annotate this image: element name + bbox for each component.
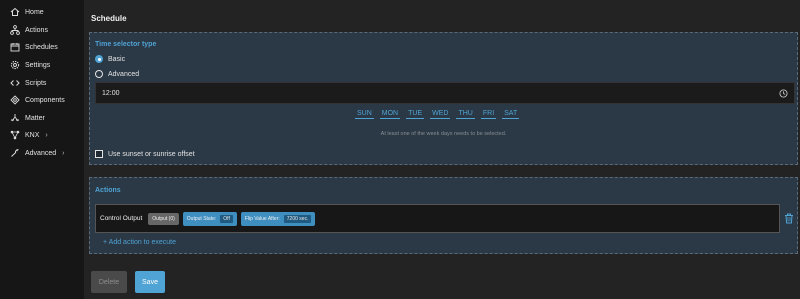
sidebar-item-label: KNX <box>25 131 40 139</box>
trash-icon[interactable] <box>784 213 794 224</box>
sidebar-item-label: Schedules <box>25 43 58 51</box>
sidebar-item-settings[interactable]: Settings <box>10 58 50 72</box>
sidebar-item-label: Scripts <box>25 79 47 87</box>
time-selector-title: Time selector type <box>95 41 157 48</box>
time-input[interactable]: 12:00 <box>95 82 795 104</box>
chevron-right-icon: › <box>45 131 48 139</box>
add-action-link[interactable]: + Add action to execute <box>103 239 176 246</box>
matter-icon <box>10 113 20 123</box>
save-button[interactable]: Save <box>135 271 165 293</box>
action-row[interactable]: Control Output Output (0) Output State: … <box>95 204 780 233</box>
wrench-icon <box>10 148 20 158</box>
code-icon <box>10 78 20 88</box>
radio-basic-label: Basic <box>108 55 126 63</box>
day-tue[interactable]: TUE <box>406 110 425 119</box>
components-icon <box>10 95 20 105</box>
sidebar-item-label: Settings <box>25 61 51 69</box>
output-state-chip[interactable]: Output State: Off <box>182 211 237 226</box>
sunset-checkbox-label: Use sunset or sunrise offset <box>108 150 195 158</box>
sidebar-item-label: Advanced <box>25 149 57 157</box>
page-title: Schedule <box>91 14 127 23</box>
gear-icon <box>10 60 20 70</box>
sidebar-item-label: Home <box>25 8 44 16</box>
home-icon <box>10 7 20 17</box>
calendar-icon <box>10 42 20 52</box>
day-mon[interactable]: MON <box>379 110 401 119</box>
delete-button[interactable]: Delete <box>91 271 127 293</box>
day-wed[interactable]: WED <box>430 110 451 119</box>
flip-value-chip[interactable]: Flip Value After: 7200 sec. <box>240 211 316 226</box>
weekday-selector: SUN MON TUE WED THU FRI SAT <box>355 110 520 119</box>
day-sun[interactable]: SUN <box>355 110 374 119</box>
radio-advanced[interactable]: Advanced <box>95 70 139 78</box>
flip-value-label: Flip Value After: <box>244 215 280 222</box>
clock-icon[interactable] <box>779 89 788 98</box>
actions-panel: Actions Control Output Output (0) Output… <box>89 177 798 254</box>
chevron-right-icon: › <box>62 149 65 157</box>
radio-unselected-icon <box>95 70 103 78</box>
sidebar-item-label: Actions <box>25 26 48 34</box>
sidebar-item-advanced[interactable]: Advanced › <box>10 146 64 160</box>
flip-value-value: 7200 sec. <box>283 214 312 223</box>
sunset-checkbox[interactable]: Use sunset or sunrise offset <box>95 150 195 158</box>
radio-basic[interactable]: Basic <box>95 55 125 63</box>
time-selector-panel: Time selector type Basic Advanced 12:00 … <box>89 32 798 165</box>
output-state-value: Off <box>220 214 233 223</box>
sidebar-item-label: Components <box>25 96 65 104</box>
sidebar-item-components[interactable]: Components <box>10 93 65 107</box>
sidebar-item-schedules[interactable]: Schedules <box>10 40 58 54</box>
radio-advanced-label: Advanced <box>108 70 140 78</box>
action-name: Control Output <box>100 215 143 222</box>
day-sat[interactable]: SAT <box>502 110 520 119</box>
day-thu[interactable]: THU <box>456 110 475 119</box>
actions-icon <box>10 25 20 35</box>
checkbox-unchecked-icon <box>95 150 103 158</box>
actions-title: Actions <box>95 187 121 194</box>
time-value: 12:00 <box>102 89 120 97</box>
output-chip[interactable]: Output (0) <box>148 212 179 225</box>
sidebar-item-label: Matter <box>25 114 45 122</box>
sidebar-item-scripts[interactable]: Scripts <box>10 76 46 90</box>
main-content: Schedule Time selector type Basic Advanc… <box>84 0 800 299</box>
sidebar-item-actions[interactable]: Actions <box>10 23 48 37</box>
radio-selected-icon <box>95 55 103 63</box>
sidebar-item-matter[interactable]: Matter <box>10 111 45 125</box>
output-state-label: Output State: <box>186 215 217 222</box>
sidebar-item-knx[interactable]: KNX › <box>10 128 48 142</box>
knx-icon <box>10 130 20 140</box>
weekday-hint: At least one of the week days needs to b… <box>380 131 507 137</box>
sidebar-item-home[interactable]: Home <box>10 5 44 19</box>
sidebar: Home Actions Schedules Settings Scripts … <box>0 0 84 299</box>
day-fri[interactable]: FRI <box>480 110 497 119</box>
